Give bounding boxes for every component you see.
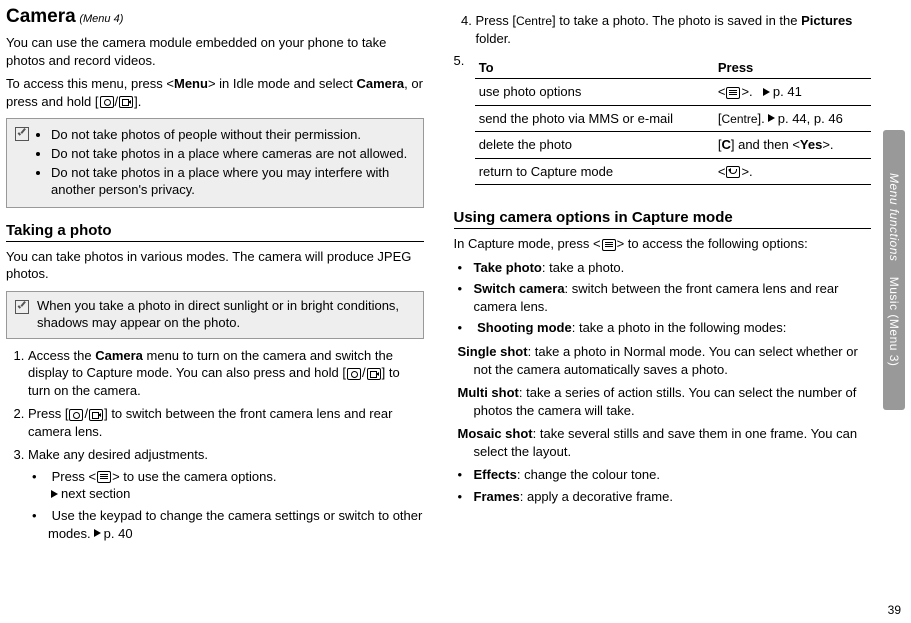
video-icon [367,368,381,380]
camera-icon [347,368,361,380]
video-icon [119,96,133,108]
back-icon [726,166,740,178]
cell-press: [C] and then <Yes>. [714,132,871,159]
option-effects: Effects: change the colour tone. [458,466,872,484]
option-shooting-mode: Shooting mode: take a photo in the follo… [458,319,872,460]
table-row: use photo options <>. p. 41 [475,79,871,106]
cell-press: <>. [714,158,871,185]
side-tab-section: Menu functions [887,173,901,261]
triangle-icon [763,88,770,96]
cell-to: use photo options [475,79,714,106]
left-column: Camera (Menu 4) You can use the camera m… [6,6,424,617]
camera-options-intro: In Capture mode, press <> to access the … [454,235,872,253]
table-row: return to Capture mode <>. [475,158,871,185]
sunlight-note-box: When you take a photo in direct sunlight… [6,291,424,339]
step-3: Make any desired adjustments. Press <> t… [28,446,424,542]
triangle-icon [94,529,101,537]
cell-to: send the photo via MMS or e-mail [475,105,714,132]
cell-press: [Centre].p. 44, p. 46 [714,105,871,132]
taking-photo-intro: You can take photos in various modes. Th… [6,248,424,283]
intro-paragraph-1: You can use the camera module embedded o… [6,34,424,69]
warning-note-box: Do not take photos of people without the… [6,118,424,208]
step-1: Access the Camera menu to turn on the ca… [28,347,424,400]
camera-icon [69,409,83,421]
side-tab-subsection: Music (Menu 3) [887,277,901,367]
check-icon [15,127,29,141]
table-row: send the photo via MMS or e-mail [Centre… [475,105,871,132]
page-number: 39 [888,603,901,617]
step-5: 5. To Press use photo options <>. p. 41 … [454,53,872,195]
intro-paragraph-2: To access this menu, press <Menu> in Idl… [6,75,424,110]
sunlight-note-text: When you take a photo in direct sunlight… [37,298,415,332]
step-3-sublist: Press <> to use the camera options. next… [28,468,424,542]
warning-item: Do not take photos in a place where you … [51,165,415,199]
check-icon [15,300,29,314]
menu-icon [97,471,111,483]
step-3-sub-1: Press <> to use the camera options. next… [32,468,424,503]
step-5-number: 5. [454,53,469,68]
menu-number: (Menu 4) [79,13,123,25]
side-tab: Menu functions Music (Menu 3) [883,130,905,410]
warning-item: Do not take photos in a place where came… [51,146,415,163]
option-take-photo: Take photo: take a photo. [458,259,872,277]
step-4: Press [Centre] to take a photo. The phot… [476,12,872,47]
cell-to: delete the photo [475,132,714,159]
cell-to: return to Capture mode [475,158,714,185]
option-frames: Frames: apply a decorative frame. [458,488,872,506]
section-heading: Camera (Menu 4) [6,6,424,28]
options-list: Take photo: take a photo. Switch camera:… [454,259,872,506]
video-icon [89,409,103,421]
steps-list-cont: Press [Centre] to take a photo. The phot… [454,12,872,47]
table-header-to: To [475,57,714,79]
steps-list: Access the Camera menu to turn on the ca… [6,347,424,542]
table-row: delete the photo [C] and then <Yes>. [475,132,871,159]
triangle-icon [51,490,58,498]
menu-icon [726,87,740,99]
table-header-press: Press [714,57,871,79]
camera-icon [100,96,114,108]
menu-icon [602,239,616,251]
warning-item: Do not take photos of people without the… [51,127,415,144]
warning-list: Do not take photos of people without the… [37,125,415,201]
options-table: To Press use photo options <>. p. 41 sen… [475,57,871,185]
taking-photo-heading: Taking a photo [6,222,424,242]
camera-heading: Camera [6,6,76,27]
manual-page: Camera (Menu 4) You can use the camera m… [0,0,911,623]
camera-options-heading: Using camera options in Capture mode [454,209,872,229]
triangle-icon [768,114,775,122]
right-column: Press [Centre] to take a photo. The phot… [454,6,872,617]
step-3-sub-2: Use the keypad to change the camera sett… [32,507,424,542]
step-2: Press [/] to switch between the front ca… [28,405,424,440]
cell-press: <>. p. 41 [714,79,871,106]
option-switch-camera: Switch camera: switch between the front … [458,280,872,315]
